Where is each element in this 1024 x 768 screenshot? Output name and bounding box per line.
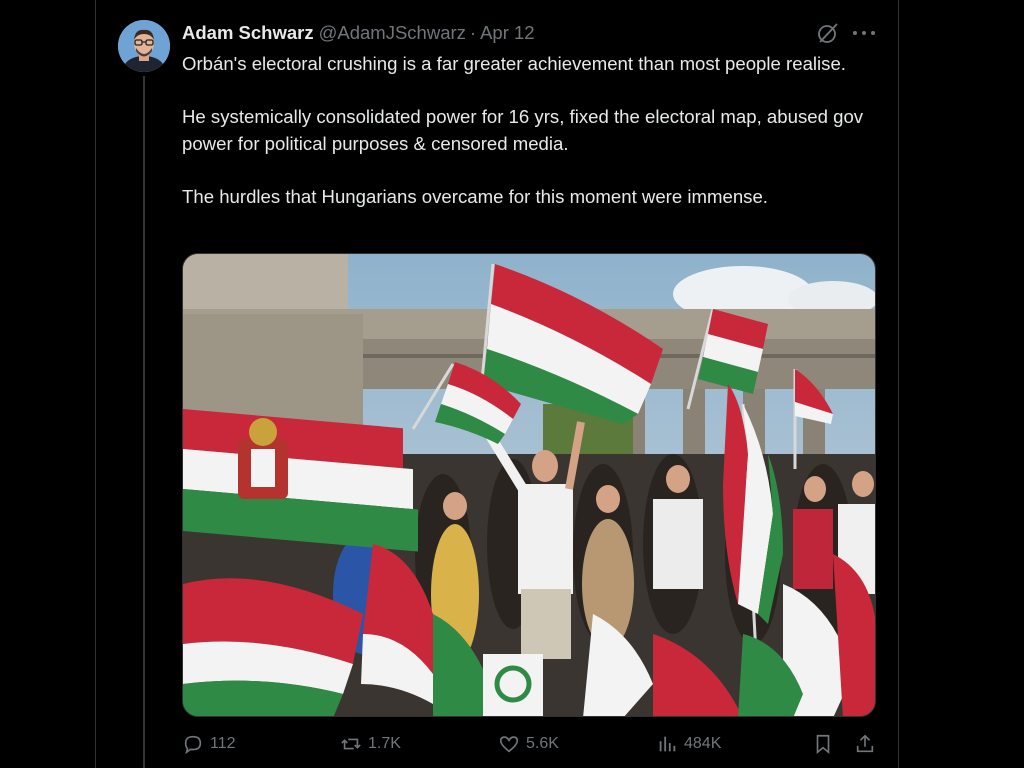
avatar[interactable] [118, 20, 170, 72]
share-icon [856, 734, 874, 753]
tweet-photo[interactable] [182, 253, 876, 717]
more-dot [871, 31, 875, 35]
rally-photo-illustration [183, 254, 875, 716]
like-count: 5.6K [526, 735, 559, 752]
tweet-date[interactable]: Apr 12 [480, 22, 535, 44]
views-count: 484K [684, 735, 722, 752]
tweet-actions: 112 1.7K 5.6K 484K [182, 733, 882, 763]
more-dot [862, 31, 866, 35]
like-button[interactable]: 5.6K [498, 733, 559, 755]
like-icon [499, 736, 519, 753]
author-handle[interactable]: @AdamJSchwarz [319, 22, 466, 44]
more-dot [853, 31, 857, 35]
grok-icon[interactable] [816, 21, 840, 45]
tweet-text: Orbán's electoral crushing is a far grea… [182, 51, 872, 210]
tweet-paragraph: He systemically consolidated power for 1… [182, 106, 864, 154]
bookmark-icon [816, 734, 830, 755]
tweet-paragraph: The hurdles that Hungarians overcame for… [182, 185, 768, 207]
reply-button[interactable]: 112 [182, 733, 236, 755]
avatar-image [118, 20, 170, 72]
views-button[interactable]: 484K [656, 733, 721, 755]
reply-count: 112 [210, 735, 236, 752]
reply-icon [184, 735, 202, 755]
views-icon [659, 736, 676, 752]
author-name[interactable]: Adam Schwarz [182, 22, 314, 44]
tweet-header: Adam Schwarz @AdamJSchwarz · Apr 12 [182, 21, 535, 45]
bookmark-button[interactable] [812, 733, 840, 755]
separator-dot: · [469, 22, 477, 43]
repost-button[interactable]: 1.7K [340, 733, 401, 755]
tweet-paragraph: Orbán's electoral crushing is a far grea… [182, 53, 846, 74]
share-button[interactable] [854, 733, 882, 755]
repost-icon [341, 738, 361, 750]
repost-count: 1.7K [368, 735, 401, 752]
thread-connector-line [143, 76, 145, 768]
grok-icon-glyph [818, 23, 838, 43]
more-icon[interactable] [853, 31, 875, 37]
